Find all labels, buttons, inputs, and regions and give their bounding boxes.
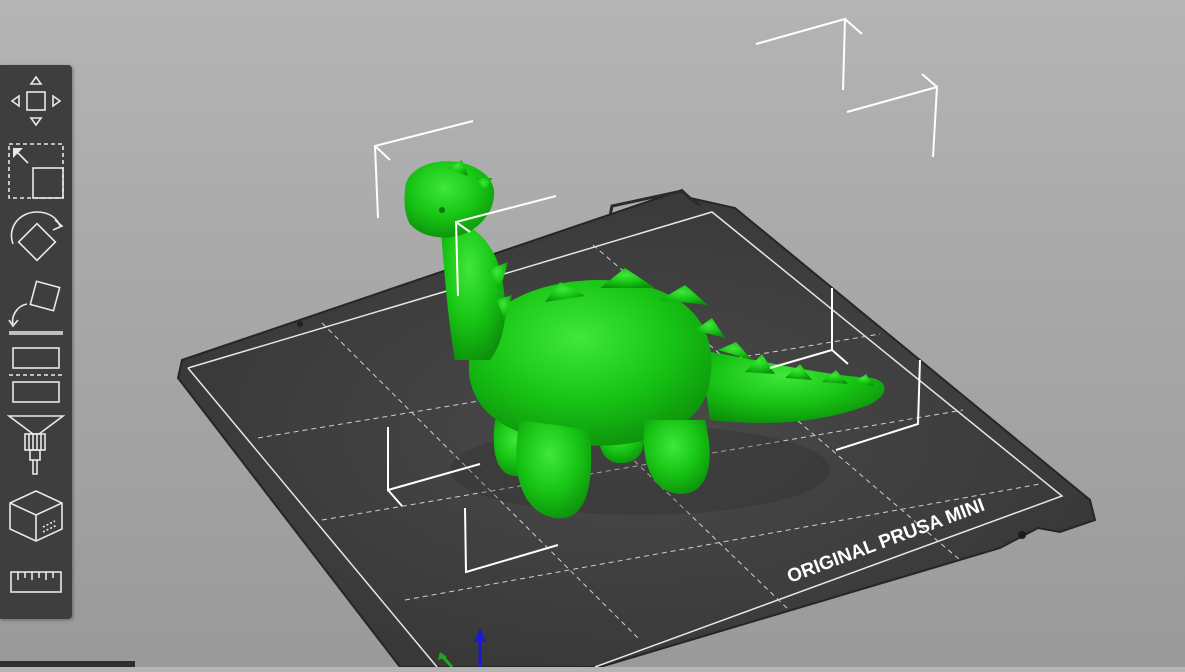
paint-supports-icon	[6, 415, 66, 475]
gizmo-toolbar	[0, 65, 72, 619]
place-on-face-tool-button[interactable]	[4, 275, 68, 339]
seam-painting-tool-button[interactable]	[4, 485, 68, 547]
3d-viewport[interactable]: ORIGINAL PRUSA MINI	[0, 0, 1185, 669]
move-icon	[10, 75, 62, 127]
rotate-tool-button[interactable]	[4, 207, 68, 271]
scene-canvas: ORIGINAL PRUSA MINI	[176, 17, 1097, 669]
scale-icon	[8, 143, 64, 199]
move-tool-button[interactable]	[4, 70, 68, 132]
cut-icon	[9, 347, 63, 403]
measure-icon	[10, 571, 62, 593]
bottom-bar-fragment	[0, 661, 135, 667]
seam-icon	[9, 490, 63, 542]
measure-tool-button[interactable]	[4, 559, 68, 605]
rotate-icon	[10, 211, 64, 262]
paint-supports-tool-button[interactable]	[4, 411, 68, 481]
cut-tool-button[interactable]	[4, 343, 68, 407]
place-on-face-icon	[8, 280, 63, 335]
scale-tool-button[interactable]	[4, 138, 68, 202]
